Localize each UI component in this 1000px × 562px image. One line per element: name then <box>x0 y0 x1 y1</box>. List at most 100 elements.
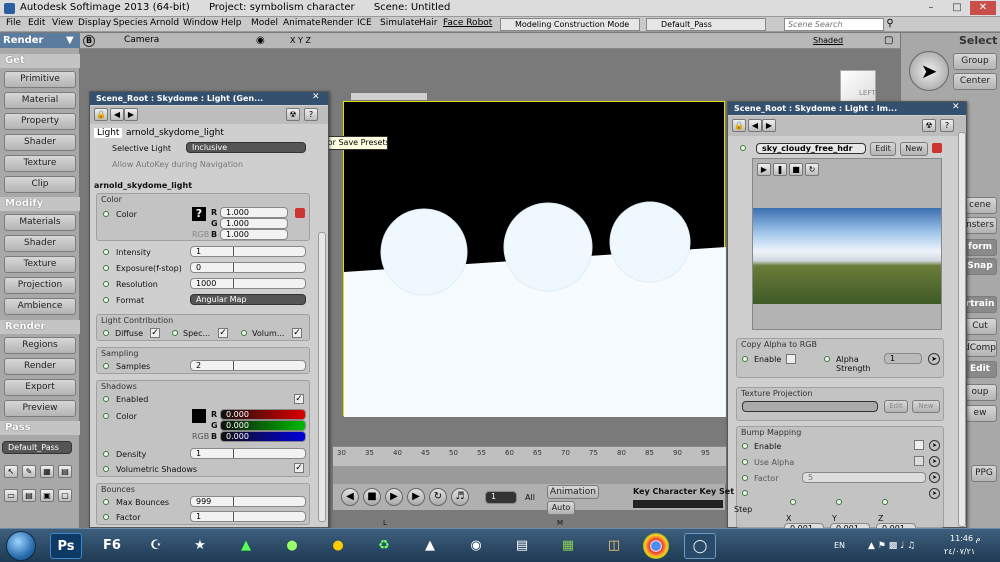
taskbar-app-12-icon[interactable]: ▦ <box>552 533 584 559</box>
tab-arnold-skydome-light[interactable]: arnold_skydome_light <box>126 128 224 138</box>
use-alpha-connect-icon[interactable]: ➤ <box>929 456 940 467</box>
camera-view-select[interactable]: Camera <box>124 35 159 45</box>
navigation-cube[interactable]: LEFT <box>840 70 876 102</box>
light-ppg-scrollbar[interactable] <box>318 232 326 522</box>
shadow-b-field[interactable]: 0.000 <box>220 431 306 442</box>
taskbar-explorer-icon[interactable]: ◫ <box>598 533 630 559</box>
color-connect-icon[interactable] <box>295 208 305 218</box>
max-bounces-anim-dot[interactable] <box>103 499 109 505</box>
factor-anim-dot[interactable] <box>103 514 109 520</box>
color-g-field[interactable]: 1.000 <box>220 218 288 229</box>
image-ppg-scrollbar[interactable] <box>958 132 966 527</box>
last-frame-icon[interactable]: ▶ <box>407 488 425 506</box>
format-anim-dot[interactable] <box>103 297 109 303</box>
get-property-button[interactable]: Property <box>4 113 76 130</box>
alpha-strength-dot[interactable] <box>824 356 830 362</box>
ppg-button[interactable]: PPG <box>971 465 997 482</box>
tool-panel-icon[interactable]: ▤ <box>58 465 72 478</box>
get-shader-button[interactable]: Shader <box>4 134 76 151</box>
taskbar-app-4-icon[interactable]: ★ <box>184 533 216 559</box>
get-clip-button[interactable]: Clip <box>4 176 76 193</box>
use-alpha-checkbox[interactable] <box>914 456 924 466</box>
scene-search-input[interactable]: Scene Search <box>784 18 884 31</box>
intensity-field[interactable]: 1 <box>190 246 306 257</box>
image-help-icon[interactable]: ? <box>940 119 954 132</box>
menu-animate[interactable]: Animate <box>283 18 321 28</box>
group-button[interactable]: Group <box>953 53 997 70</box>
axes-toggle[interactable]: X Y Z <box>290 36 311 45</box>
alpha-connect-icon[interactable]: ➤ <box>928 353 940 365</box>
minimize-button[interactable]: – <box>918 1 944 15</box>
snap-button[interactable]: Snap <box>963 258 997 275</box>
pause-icon[interactable]: ❚ <box>773 163 787 176</box>
viewport-letter-b[interactable]: B <box>83 35 95 47</box>
arnold-section-title[interactable]: arnold_skydome_light <box>94 181 192 190</box>
eye-icon[interactable]: ◉ <box>256 35 265 46</box>
image-lock-icon[interactable]: 🔒 <box>732 119 746 132</box>
loop-icon[interactable]: ↻ <box>429 488 447 506</box>
intensity-anim-dot[interactable] <box>103 249 109 255</box>
menu-ice[interactable]: ICE <box>357 18 372 28</box>
edit-button[interactable]: Edit <box>963 361 997 378</box>
modify-texture-button[interactable]: Texture <box>4 256 76 273</box>
tool-brush-icon[interactable]: ✎ <box>22 465 36 478</box>
scene-button[interactable]: cene <box>963 197 997 214</box>
taskbar-app-9-icon[interactable]: ▲ <box>414 533 446 559</box>
modify-ambience-button[interactable]: Ambience <box>4 298 76 315</box>
menu-arnold[interactable]: Arnold <box>150 18 179 28</box>
volume-checkbox[interactable]: ✓ <box>292 328 302 338</box>
get-material-button[interactable]: Material <box>4 92 76 109</box>
key-set-field[interactable] <box>633 500 723 508</box>
step-z-dot[interactable] <box>882 499 888 505</box>
language-indicator[interactable]: EN <box>834 541 845 550</box>
taskbar-app-3-icon[interactable]: ☪ <box>140 533 172 559</box>
render-region[interactable] <box>343 101 726 417</box>
render-render-button[interactable]: Render <box>4 358 76 375</box>
lock-icon[interactable]: 🔒 <box>94 108 108 121</box>
animation-button[interactable]: Animation <box>547 485 599 499</box>
stop-playback-icon[interactable]: ■ <box>363 488 381 506</box>
texture-projection-dropdown[interactable] <box>742 401 878 412</box>
alpha-strength-field[interactable]: 1 <box>884 353 922 364</box>
view-partial-button[interactable]: ew <box>963 405 997 422</box>
bump-enable-checkbox[interactable] <box>914 440 924 450</box>
tab-light[interactable]: Light <box>94 128 123 138</box>
help-icon[interactable]: ? <box>304 108 318 121</box>
get-primitive-button[interactable]: Primitive <box>4 71 76 88</box>
volumetric-shadows-checkbox[interactable]: ✓ <box>294 463 304 473</box>
max-bounces-field[interactable]: 999 <box>190 496 306 507</box>
tool-layers-icon[interactable]: ▤ <box>22 489 36 502</box>
specular-checkbox[interactable]: ✓ <box>218 328 228 338</box>
menu-file[interactable]: File <box>6 18 21 28</box>
resolution-field[interactable]: 1000 <box>190 278 306 289</box>
auto-key-button[interactable]: Auto <box>547 501 575 515</box>
image-ppg-close-icon[interactable]: ✕ <box>952 102 960 112</box>
tool-box-icon[interactable]: ▣ <box>40 489 54 502</box>
format-dropdown[interactable]: Angular Map <box>190 294 306 305</box>
bump-factor-dot[interactable] <box>742 475 748 481</box>
taskbar-photoshop[interactable]: Ps <box>50 533 82 559</box>
texture-projection-edit-button[interactable]: Edit <box>884 400 908 413</box>
key-character-key-set[interactable]: Key Character Key Set <box>633 487 734 496</box>
volumetric-shadows-anim-dot[interactable] <box>103 466 109 472</box>
menu-hair[interactable]: Hair <box>419 18 437 28</box>
clip-anim-dot[interactable] <box>740 145 746 151</box>
taskbar-app-10-icon[interactable]: ◉ <box>460 533 492 559</box>
color-r-field[interactable]: 1.000 <box>220 207 288 218</box>
menu-model[interactable]: Model <box>251 18 278 28</box>
step-x-dot[interactable] <box>790 499 796 505</box>
render-export-button[interactable]: Export <box>4 379 76 396</box>
shadow-color-anim-dot[interactable] <box>103 413 109 419</box>
pass-select[interactable]: Default_Pass <box>646 18 766 31</box>
samples-anim-dot[interactable] <box>103 363 109 369</box>
select-arrow-button[interactable]: ➤ <box>909 51 949 91</box>
all-toggle[interactable]: All <box>525 493 535 502</box>
bump-enable-dot[interactable] <box>742 443 748 449</box>
specular-anim-dot[interactable] <box>172 330 178 336</box>
menu-face-robot[interactable]: Face Robot <box>443 18 492 28</box>
modify-shader-button[interactable]: Shader <box>4 235 76 252</box>
render-regions-button[interactable]: Regions <box>4 337 76 354</box>
prev-icon[interactable]: ◀ <box>110 108 124 121</box>
menu-window[interactable]: Window <box>183 18 219 28</box>
clip-name-field[interactable]: sky_cloudy_free_hdr <box>756 143 866 154</box>
